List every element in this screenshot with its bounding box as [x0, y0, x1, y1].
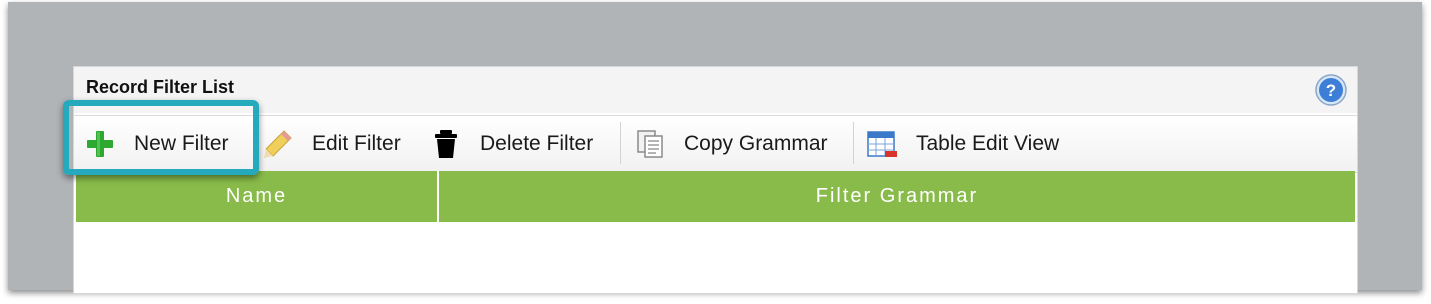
column-header-name[interactable]: Name — [76, 171, 437, 222]
help-icon[interactable]: ? — [1314, 73, 1348, 107]
table-edit-view-button[interactable]: Table Edit View — [866, 116, 1059, 172]
column-header-filter-grammar[interactable]: Filter Grammar — [439, 171, 1355, 222]
toolbar: New Filter Edit Filter Delete Filter Cop… — [74, 115, 1357, 173]
table-icon — [867, 131, 897, 157]
new-filter-highlight — [63, 100, 259, 175]
panel-header: Record Filter List ? — [74, 67, 1357, 113]
panel-title: Record Filter List — [86, 77, 235, 97]
svg-text:?: ? — [1326, 81, 1336, 100]
edit-filter-label: Edit Filter — [312, 132, 401, 155]
toolbar-divider — [853, 122, 854, 164]
pencil-icon — [264, 130, 292, 158]
toolbar-divider — [620, 122, 621, 164]
record-filter-panel: Record Filter List ? New Filter Edit Fil… — [73, 66, 1358, 294]
trash-icon — [435, 130, 457, 158]
edit-filter-button[interactable]: Edit Filter — [262, 116, 401, 172]
delete-filter-button[interactable]: Delete Filter — [430, 116, 593, 172]
copy-icon — [637, 130, 663, 158]
copy-grammar-button[interactable]: Copy Grammar — [634, 116, 828, 172]
table-header: Name Filter Grammar — [76, 171, 1355, 222]
table-edit-view-label: Table Edit View — [916, 132, 1060, 155]
copy-grammar-label: Copy Grammar — [684, 132, 828, 155]
delete-filter-label: Delete Filter — [480, 132, 594, 155]
table-body — [76, 222, 1355, 292]
